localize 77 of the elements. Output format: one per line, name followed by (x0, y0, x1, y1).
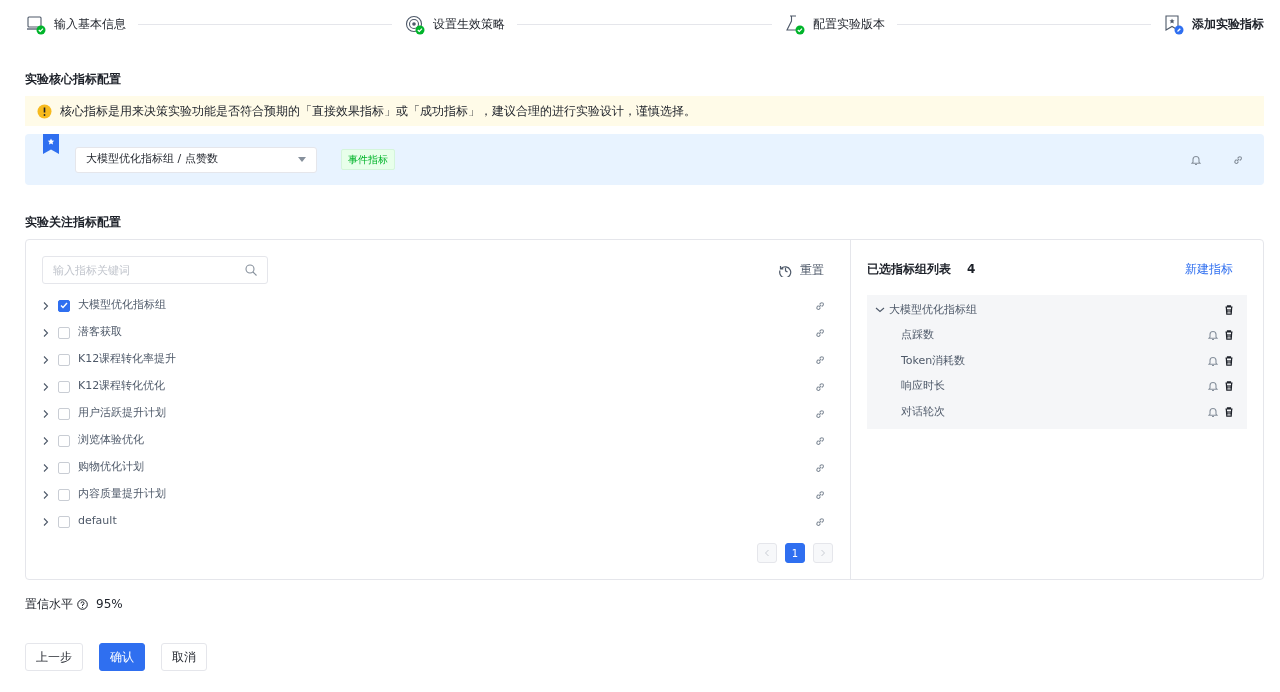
select-value: 大模型优化指标组 / 点赞数 (86, 151, 218, 168)
warning-icon (37, 103, 52, 119)
chevron-right-icon[interactable] (42, 300, 50, 311)
checkbox[interactable] (58, 299, 70, 312)
metric-select[interactable]: 大模型优化指标组 / 点赞数 (75, 146, 317, 173)
trash-icon[interactable] (1223, 329, 1235, 342)
link-icon[interactable] (1232, 153, 1244, 166)
checkbox[interactable] (58, 326, 70, 339)
link-icon[interactable] (814, 380, 826, 393)
link-icon[interactable] (814, 326, 826, 339)
confirm-button[interactable]: 确认 (99, 643, 145, 671)
search-icon (245, 264, 257, 276)
step-label: 配置实验版本 (812, 16, 885, 33)
checkbox[interactable] (58, 407, 70, 420)
chevron-right-icon[interactable] (42, 327, 50, 338)
step-label: 输入基本信息 (54, 16, 126, 33)
metric-type-tag: 事件指标 (341, 149, 395, 170)
link-icon[interactable] (814, 461, 826, 474)
confidence-label: 置信水平 (25, 596, 73, 613)
page-button[interactable]: 1 (785, 543, 805, 563)
link-icon[interactable] (814, 515, 826, 528)
chevron-right-icon[interactable] (42, 435, 50, 446)
metric-label: 对话轮次 (901, 403, 945, 420)
metric-label: 点踩数 (901, 327, 934, 343)
step-label: 添加实验指标 (1192, 16, 1264, 33)
chevron-right-icon (820, 549, 826, 557)
group-label: 用户活跃提升计划 (78, 405, 166, 422)
confidence-value: 95% (96, 596, 123, 613)
step-label: 设置生效策略 (433, 16, 506, 33)
checkbox[interactable] (58, 434, 70, 447)
metric-label: Token消耗数 (901, 352, 966, 369)
new-metric-link[interactable]: 新建指标 (1185, 260, 1233, 278)
alert-text: 核心指标是用来决策实验功能是否符合预期的「直接效果指标」或「成功指标」，建议合理的进行实验设计，谨慎选择。 (60, 103, 696, 120)
chevron-right-icon[interactable] (42, 381, 50, 392)
selected-count: 4 (967, 261, 976, 278)
history-icon (779, 263, 792, 277)
bell-icon[interactable] (1190, 153, 1202, 166)
group-label: default (78, 513, 117, 530)
group-label: K12课程转化优化 (78, 378, 166, 395)
trash-icon[interactable] (1223, 354, 1235, 367)
checkbox[interactable] (58, 380, 70, 393)
chevron-right-icon[interactable] (42, 462, 50, 473)
chevron-right-icon[interactable] (42, 516, 50, 527)
checkbox[interactable] (58, 353, 70, 366)
group-label: 大模型优化指标组 (78, 297, 166, 314)
chevron-left-icon (764, 549, 770, 557)
section-title: 实验关注指标配置 (25, 214, 122, 231)
checkbox[interactable] (58, 488, 70, 501)
group-label: 内容质量提升计划 (78, 486, 166, 503)
caret-icon (298, 157, 306, 162)
trash-icon[interactable] (1223, 303, 1235, 316)
group-label: K12课程转化率提升 (78, 351, 177, 368)
link-icon[interactable] (814, 299, 826, 312)
action-button[interactable]: 上一步 (25, 643, 83, 671)
metric-label: 响应时长 (901, 378, 945, 394)
chevron-right-icon[interactable] (42, 408, 50, 419)
trash-icon[interactable] (1223, 405, 1235, 418)
checkbox[interactable] (58, 515, 70, 528)
group-label: 浏览体验优化 (78, 432, 144, 449)
link-icon[interactable] (814, 353, 826, 366)
group-label: 潜客获取 (78, 324, 122, 341)
trash-icon[interactable] (1223, 380, 1235, 393)
help-icon (77, 598, 88, 610)
group-label: 大模型优化指标组 (889, 301, 977, 318)
group-label: 购物优化计划 (78, 459, 144, 476)
section-title: 实验核心指标配置 (25, 71, 122, 88)
link-icon[interactable] (814, 407, 826, 420)
chevron-right-icon[interactable] (42, 354, 50, 365)
link-icon[interactable] (814, 434, 826, 447)
reset-button[interactable]: 重置 (779, 261, 824, 279)
checkbox[interactable] (58, 461, 70, 474)
panel-title: 已选指标组列表 (867, 261, 951, 278)
bookmark-star-icon (43, 134, 59, 154)
action-button[interactable]: 取消 (161, 643, 207, 671)
link-icon[interactable] (814, 488, 826, 501)
chevron-right-icon[interactable] (42, 489, 50, 500)
chevron-down-icon[interactable] (875, 305, 885, 314)
